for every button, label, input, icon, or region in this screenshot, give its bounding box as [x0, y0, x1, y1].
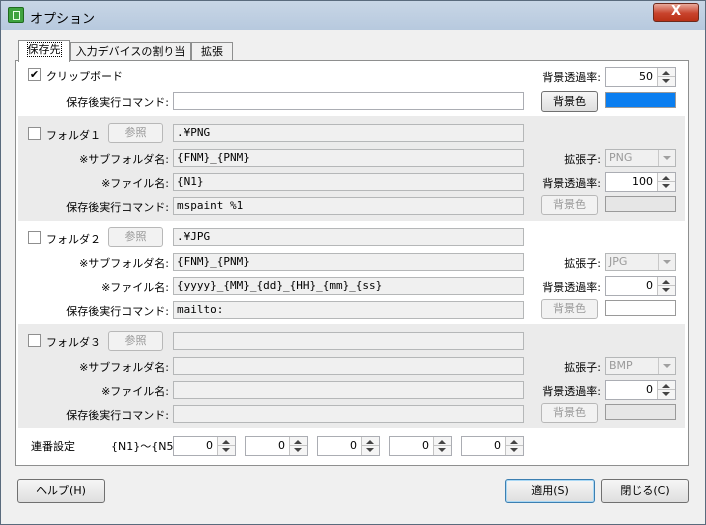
folder1-transparency-label: 背景透過率:: [542, 177, 601, 190]
tab-input-device[interactable]: 入力デバイスの割り当て: [70, 42, 191, 76]
folder3-checkbox[interactable]: [28, 334, 41, 347]
sequence-n1-spinner[interactable]: 0: [173, 436, 236, 456]
folder2-transparency-label: 背景透過率:: [542, 281, 601, 294]
folder1-bg-color-swatch: [605, 196, 676, 212]
folder3-subfolder-label: ※サブフォルダ名:: [79, 361, 169, 374]
folder1-checkbox[interactable]: [28, 127, 41, 140]
spinner-arrows-icon[interactable]: [657, 277, 675, 295]
folder2-filename-input[interactable]: {yyyy}_{MM}_{dd}_{HH}_{mm}_{ss}: [173, 277, 524, 295]
spinner-arrows-icon[interactable]: [657, 173, 675, 191]
folder1-post-cmd-label: 保存後実行コマンド:: [66, 201, 169, 214]
clipboard-post-cmd-label: 保存後実行コマンド:: [66, 96, 169, 109]
folder2-browse-button[interactable]: 参照: [108, 227, 163, 247]
clipboard-transparency-spinner[interactable]: 50: [605, 67, 676, 87]
folder2-post-cmd-input[interactable]: mailto:: [173, 301, 524, 319]
folder3-ext-value: BMP: [609, 359, 633, 372]
folder2-subfolder-input[interactable]: {FNM}_{PNM}: [173, 253, 524, 271]
sequence-n4-value: 0: [422, 439, 429, 452]
folder1-subfolder-label: ※サブフォルダ名:: [79, 153, 169, 166]
sequence-n5-value: 0: [494, 439, 501, 452]
help-button[interactable]: ヘルプ(H): [17, 479, 105, 503]
folder1-bg-color-button[interactable]: 背景色: [541, 195, 598, 215]
clipboard-bg-color-button[interactable]: 背景色: [541, 91, 598, 112]
folder1-filename-label: ※ファイル名:: [101, 177, 169, 190]
sequence-n3-value: 0: [350, 439, 357, 452]
folder2-bg-color-swatch: [605, 300, 676, 316]
spinner-arrows-icon[interactable]: [217, 437, 235, 455]
tab-save-destination[interactable]: 保存先: [18, 40, 70, 62]
folder1-subfolder-input[interactable]: {FNM}_{PNM}: [173, 149, 524, 167]
folder1-browse-button[interactable]: 参照: [108, 123, 163, 143]
clipboard-checkbox[interactable]: ✔: [28, 68, 41, 81]
clipboard-label: クリップボード: [46, 70, 123, 83]
spinner-arrows-icon[interactable]: [289, 437, 307, 455]
folder2-filename-label: ※ファイル名:: [101, 281, 169, 294]
chevron-down-icon: [658, 150, 675, 166]
folder3-ext-label: 拡張子:: [564, 361, 601, 374]
folder3-label: フォルダ３: [46, 336, 101, 349]
folder2-path-input[interactable]: .¥JPG: [173, 228, 524, 246]
folder2-ext-select[interactable]: JPG: [605, 253, 676, 271]
folder3-ext-select[interactable]: BMP: [605, 357, 676, 375]
chevron-down-icon: [658, 358, 675, 374]
folder3-transparency-label: 背景透過率:: [542, 385, 601, 398]
folder1-ext-value: PNG: [609, 151, 633, 164]
folder3-transparency-value: 0: [646, 383, 653, 396]
folder2-ext-value: JPG: [609, 255, 628, 268]
folder1-filename-input[interactable]: {N1}: [173, 173, 524, 191]
spinner-arrows-icon[interactable]: [657, 381, 675, 399]
sequence-n5-spinner[interactable]: 0: [461, 436, 524, 456]
folder3-subfolder-input[interactable]: [173, 357, 524, 375]
folder1-transparency-value: 100: [632, 175, 653, 188]
folder3-browse-button[interactable]: 参照: [108, 331, 163, 351]
folder3-filename-label: ※ファイル名:: [101, 385, 169, 398]
app-icon: [8, 7, 24, 23]
folder2-transparency-spinner[interactable]: 0: [605, 276, 676, 296]
options-dialog: オプション X 保存先 入力デバイスの割り当て 拡張 ✔ クリップボード 背景透…: [0, 0, 706, 525]
folder1-ext-select[interactable]: PNG: [605, 149, 676, 167]
folder1-label: フォルダ１: [46, 129, 101, 142]
sequence-n2-value: 0: [278, 439, 285, 452]
close-button[interactable]: 閉じる(C): [601, 479, 689, 503]
spinner-arrows-icon[interactable]: [433, 437, 451, 455]
folder2-transparency-value: 0: [646, 279, 653, 292]
folder1-post-cmd-input[interactable]: mspaint %1: [173, 197, 524, 215]
folder1-ext-label: 拡張子:: [564, 153, 601, 166]
clipboard-bg-color-swatch: [605, 92, 676, 108]
folder2-ext-label: 拡張子:: [564, 257, 601, 270]
close-window-button[interactable]: X: [653, 3, 699, 22]
folder2-bg-color-button[interactable]: 背景色: [541, 299, 598, 319]
spinner-arrows-icon[interactable]: [505, 437, 523, 455]
sequence-n3-spinner[interactable]: 0: [317, 436, 380, 456]
folder2-label: フォルダ２: [46, 233, 101, 246]
spinner-arrows-icon[interactable]: [361, 437, 379, 455]
clipboard-transparency-value: 50: [639, 70, 653, 83]
folder3-path-input[interactable]: [173, 332, 524, 350]
window-title: オプション: [30, 12, 96, 27]
sequence-n4-spinner[interactable]: 0: [389, 436, 452, 456]
folder3-transparency-spinner[interactable]: 0: [605, 380, 676, 400]
sequence-n2-spinner[interactable]: 0: [245, 436, 308, 456]
clipboard-post-cmd-input[interactable]: [173, 92, 524, 110]
sequence-n1-value: 0: [206, 439, 213, 452]
spinner-arrows-icon[interactable]: [657, 68, 675, 86]
folder1-transparency-spinner[interactable]: 100: [605, 172, 676, 192]
folder2-checkbox[interactable]: [28, 231, 41, 244]
clipboard-transparency-label: 背景透過率:: [542, 71, 601, 84]
folder3-post-cmd-label: 保存後実行コマンド:: [66, 409, 169, 422]
folder3-post-cmd-input[interactable]: [173, 405, 524, 423]
folder1-path-input[interactable]: .¥PNG: [173, 124, 524, 142]
tab-extension[interactable]: 拡張: [191, 42, 233, 61]
folder3-bg-color-button[interactable]: 背景色: [541, 403, 598, 423]
folder2-post-cmd-label: 保存後実行コマンド:: [66, 305, 169, 318]
apply-button[interactable]: 適用(S): [505, 479, 595, 503]
folder3-bg-color-swatch: [605, 404, 676, 420]
folder2-subfolder-label: ※サブフォルダ名:: [79, 257, 169, 270]
folder3-filename-input[interactable]: [173, 381, 524, 399]
chevron-down-icon: [658, 254, 675, 270]
sequence-label: 連番設定: [31, 440, 75, 453]
title-bar: オプション X: [1, 1, 705, 30]
